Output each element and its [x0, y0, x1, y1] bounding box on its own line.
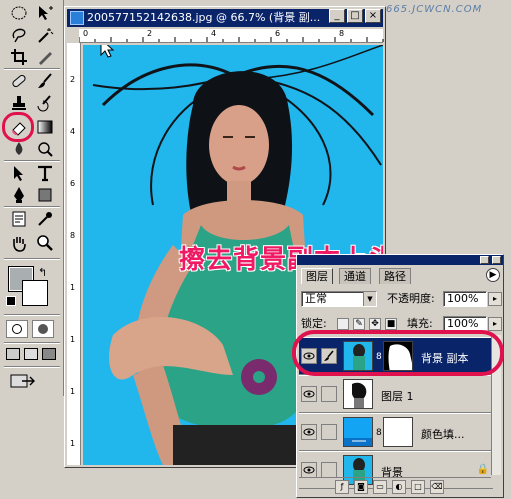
- lock-transparency-icon[interactable]: [337, 318, 349, 330]
- opacity-slider-button[interactable]: ▸: [488, 292, 502, 306]
- brush-slot: [321, 462, 337, 478]
- layer-thumbnail: [343, 379, 373, 409]
- brush-slot: [321, 386, 337, 402]
- healing-brush-icon[interactable]: [6, 70, 32, 92]
- eye-icon[interactable]: [301, 424, 317, 440]
- panel-minimize-button[interactable]: [480, 256, 489, 264]
- dodge-icon[interactable]: [32, 138, 58, 160]
- tab-layers[interactable]: 图层: [301, 268, 333, 284]
- history-brush-icon[interactable]: [32, 92, 58, 114]
- quick-mask-icon[interactable]: [32, 320, 54, 338]
- notes-icon[interactable]: [6, 208, 32, 230]
- layers-footer: ƒ ◙ ▭ ◐ □ ⌫: [299, 477, 491, 495]
- vertical-ruler: 2 4 6 8 1 1 1 1: [67, 43, 81, 465]
- jump-to-imageready-icon[interactable]: [10, 372, 38, 390]
- eye-icon[interactable]: [301, 462, 317, 478]
- move-icon[interactable]: [32, 2, 58, 24]
- ruler-left-label: 1: [70, 387, 76, 396]
- ruler-left-label: 1: [70, 439, 76, 448]
- photoshop-doc-icon: [70, 11, 84, 25]
- cursor-arrow-icon: [100, 45, 115, 58]
- panel-close-button[interactable]: [492, 256, 501, 264]
- screen-mode-full-icon[interactable]: [42, 348, 56, 360]
- layers-panel-titlebar[interactable]: [297, 255, 503, 265]
- path-select-icon[interactable]: [6, 162, 32, 184]
- panel-menu-button[interactable]: ▶: [486, 268, 500, 282]
- adjustment-layer-icon[interactable]: ◐: [392, 479, 406, 494]
- marquee-icon[interactable]: [6, 2, 32, 24]
- ruler-left-label: 4: [70, 127, 76, 136]
- lasso-icon[interactable]: [6, 24, 32, 46]
- lock-all-icon[interactable]: ■: [385, 318, 397, 330]
- zoom-icon[interactable]: [32, 232, 58, 254]
- layer-style-icon[interactable]: ƒ: [335, 479, 349, 494]
- fill-value: 100%: [447, 317, 479, 330]
- standard-mode-icon[interactable]: [6, 320, 28, 338]
- type-icon[interactable]: [32, 162, 58, 184]
- new-set-icon[interactable]: ▭: [373, 479, 387, 494]
- tab-channels[interactable]: 通道: [339, 268, 371, 284]
- close-button[interactable]: ×: [365, 9, 381, 23]
- screen-mode-standard-icon[interactable]: [6, 348, 20, 360]
- ruler-left-label: 2: [70, 75, 76, 84]
- magic-wand-icon[interactable]: [32, 24, 58, 46]
- background-color-swatch[interactable]: [22, 280, 48, 306]
- pen-icon[interactable]: [6, 184, 32, 206]
- minimize-button[interactable]: _: [329, 9, 345, 23]
- new-layer-icon[interactable]: □: [411, 479, 425, 494]
- layer-name: 颜色填...: [421, 428, 465, 441]
- opacity-label: 不透明度:: [387, 292, 435, 305]
- maximize-button[interactable]: □: [347, 9, 363, 23]
- lock-icon: 🔒: [476, 464, 489, 475]
- hand-icon[interactable]: [6, 232, 32, 254]
- link-icon: 8: [376, 428, 382, 438]
- fill-slider-button[interactable]: ▸: [488, 317, 502, 331]
- gradient-icon[interactable]: [32, 116, 58, 138]
- ruler-left-label: 1: [70, 335, 76, 344]
- selected-layer-highlight-ring: [292, 330, 504, 376]
- tools-palette: ↰: [0, 0, 64, 396]
- crop-icon[interactable]: [6, 46, 32, 68]
- clone-stamp-icon[interactable]: [6, 92, 32, 114]
- opacity-value: 100%: [447, 292, 479, 305]
- lock-label: 锁定:: [301, 317, 327, 330]
- ruler-left-label: 1: [70, 283, 76, 292]
- layers-panel: 图层 通道 路径 ▶ 正常 ▼ 不透明度: 100% ▸ 锁定: ✎ ✥ ■ 填…: [296, 254, 504, 498]
- ruler-left-label: 6: [70, 179, 76, 188]
- screen-mode-menubar-icon[interactable]: [24, 348, 38, 360]
- layer-mask-thumbnail[interactable]: [383, 417, 413, 447]
- eraser-highlight-ring: [2, 112, 34, 142]
- brush-slot: [321, 424, 337, 440]
- default-colors-icon[interactable]: [6, 296, 16, 306]
- ruler-left-label: 8: [70, 231, 76, 240]
- horizontal-ruler: 0 2 4 6 8: [79, 29, 384, 43]
- blend-mode-select[interactable]: 正常 ▼: [301, 291, 377, 307]
- opacity-input[interactable]: 100%: [443, 291, 487, 307]
- fill-label: 填充:: [407, 317, 433, 330]
- add-mask-icon[interactable]: ◙: [354, 479, 368, 494]
- shape-icon[interactable]: [32, 184, 58, 206]
- eye-icon[interactable]: [301, 386, 317, 402]
- layer-row-color-fill[interactable]: 8 颜色填...: [299, 413, 493, 451]
- brush-icon[interactable]: [32, 70, 58, 92]
- site-watermark: 665.JCWCN.COM: [386, 4, 483, 15]
- eyedropper-icon[interactable]: [32, 208, 58, 230]
- lock-pixels-icon[interactable]: ✎: [353, 318, 365, 330]
- layer-row-layer-1[interactable]: 图层 1: [299, 375, 493, 413]
- slice-icon[interactable]: [32, 46, 58, 68]
- document-title: 20057715214263​8.jpg @ 66.7% (背景 副...: [87, 11, 321, 24]
- fill-color-thumbnail[interactable]: [343, 417, 373, 447]
- layer-name: 图层 1: [381, 390, 414, 403]
- delete-layer-icon[interactable]: ⌫: [430, 479, 444, 494]
- swap-colors-icon[interactable]: ↰: [38, 266, 47, 279]
- chevron-down-icon: ▼: [363, 292, 376, 306]
- blend-mode-value: 正常: [305, 292, 327, 305]
- tab-paths[interactable]: 路径: [379, 268, 411, 284]
- lock-position-icon[interactable]: ✥: [369, 318, 381, 330]
